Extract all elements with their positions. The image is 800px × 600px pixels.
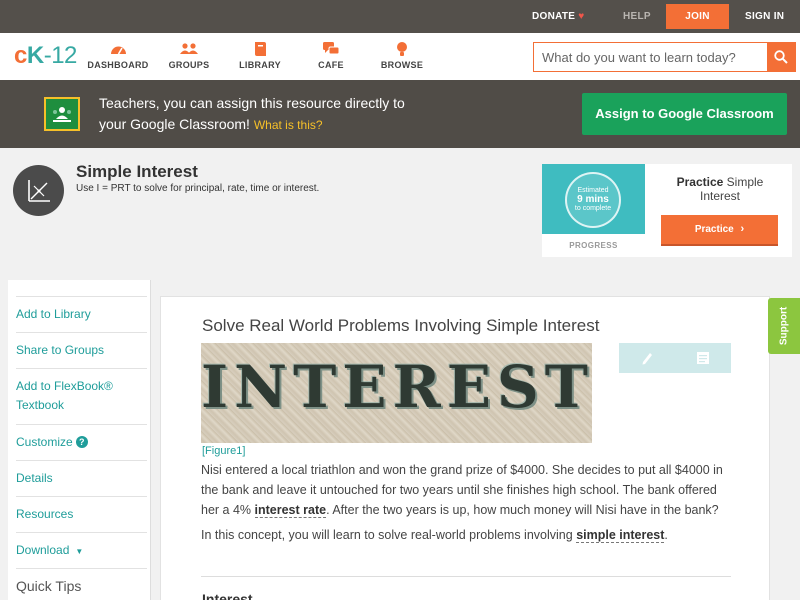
estimate-badge: Estimated 9 mins to complete <box>565 172 621 228</box>
resources-link[interactable]: Resources <box>16 496 147 524</box>
details-label: Details <box>16 471 53 485</box>
concept-subtitle: Use I = PRT to solve for principal, rate… <box>76 183 320 194</box>
concept-paragraph: In this concept, you will learn to solve… <box>201 525 731 545</box>
logo-12: -12 <box>43 42 78 69</box>
practice-card: Estimated 9 mins to complete PROGRESS Pr… <box>542 164 792 257</box>
intro-text-2: . After the two years is up, how much mo… <box>326 503 719 517</box>
share-to-groups-link[interactable]: Share to Groups <box>16 332 147 360</box>
support-tab[interactable]: Support <box>768 298 800 354</box>
main-nav: cK-12 DASHBOARD GROUPS LIBRARY CAFE BROW… <box>0 33 800 80</box>
notes-button[interactable] <box>675 343 731 373</box>
figure-caption[interactable]: [Figure1] <box>202 445 245 457</box>
ck12-logo[interactable]: cK-12 <box>14 42 77 70</box>
concept-title: Simple Interest <box>76 162 198 181</box>
banner-line2: your Google Classroom! <box>99 116 250 132</box>
donate-link[interactable]: DONATE ♥ <box>532 0 585 33</box>
join-button[interactable]: JOIN <box>666 4 729 29</box>
cafe-icon <box>296 40 366 57</box>
concept-text-2: . <box>664 528 668 542</box>
add-to-flexbook-label: Add to FlexBook® Textbook <box>16 379 113 412</box>
nav-dashboard-label: DASHBOARD <box>87 60 149 70</box>
nav-library[interactable]: LIBRARY <box>225 40 295 70</box>
notes-icon <box>697 352 709 364</box>
nav-dashboard[interactable]: DASHBOARD <box>83 40 153 70</box>
dashboard-icon <box>83 40 153 57</box>
search-box <box>533 42 796 72</box>
practice-button-label: Practice <box>694 224 734 235</box>
heart-icon: ♥ <box>578 11 585 22</box>
nav-cafe[interactable]: CAFE <box>296 40 366 70</box>
progress-image: Estimated 9 mins to complete <box>542 164 645 234</box>
support-label: Support <box>778 306 790 346</box>
interest-image-word: INTEREST <box>201 353 592 421</box>
logo-c: c <box>14 42 27 69</box>
download-label: Download <box>16 543 70 557</box>
search-button[interactable] <box>767 43 795 71</box>
nav-cafe-label: CAFE <box>318 60 344 70</box>
download-dropdown[interactable]: Download ▼ <box>16 532 147 561</box>
interest-image: INTEREST <box>201 343 592 443</box>
share-to-groups-label: Share to Groups <box>16 343 105 357</box>
to-complete-label: to complete <box>574 205 612 212</box>
browse-icon <box>367 40 437 57</box>
library-icon <box>225 40 295 57</box>
interest-rate-term[interactable]: interest rate <box>254 503 327 518</box>
search-icon <box>774 50 788 64</box>
chevron-right-icon: › <box>740 223 745 235</box>
help-link[interactable]: HELP <box>623 0 651 33</box>
top-bar: DONATE ♥ HELP JOIN SIGN IN <box>0 0 800 33</box>
donate-label: DONATE <box>532 11 576 22</box>
estimated-mins: 9 mins <box>577 194 609 205</box>
concept-icon <box>13 165 64 216</box>
lesson-tools <box>619 343 731 373</box>
caret-down-icon: ▼ <box>75 547 84 556</box>
section-divider <box>201 576 731 577</box>
section-heading: Interest <box>202 591 253 600</box>
nav-library-label: LIBRARY <box>239 60 281 70</box>
lesson-title: Solve Real World Problems Involving Simp… <box>202 316 600 335</box>
nav-browse[interactable]: BROWSE <box>367 40 437 70</box>
left-sidebar: Add to Library Share to Groups Add to Fl… <box>8 280 151 600</box>
practice-title: Practice Simple Interest <box>662 175 778 203</box>
pencil-icon <box>642 353 652 365</box>
annotate-button[interactable] <box>619 343 675 373</box>
help-icon[interactable]: ? <box>75 436 88 448</box>
intro-paragraph: Nisi entered a local triathlon and won t… <box>201 460 731 520</box>
groups-icon <box>154 40 224 57</box>
details-link[interactable]: Details <box>16 460 147 488</box>
nav-groups-label: GROUPS <box>168 60 210 70</box>
lesson-content: Solve Real World Problems Involving Simp… <box>160 296 770 600</box>
quick-tips-label: Quick Tips <box>16 578 82 594</box>
assign-to-google-classroom-button[interactable]: Assign to Google Classroom <box>582 93 787 135</box>
quick-tips-heading: Quick Tips <box>16 568 147 596</box>
what-is-this-link[interactable]: What is this? <box>254 118 323 132</box>
concept-text-1: In this concept, you will learn to solve… <box>201 528 573 542</box>
google-classroom-icon <box>44 97 80 131</box>
resources-label: Resources <box>16 507 74 521</box>
nav-browse-label: BROWSE <box>380 60 424 70</box>
logo-k: K <box>26 42 44 69</box>
progress-label: PROGRESS <box>569 241 618 250</box>
banner-line1: Teachers, you can assign this resource d… <box>99 95 405 111</box>
add-to-library-link[interactable]: Add to Library <box>16 296 147 324</box>
practice-button[interactable]: Practice › <box>661 215 778 244</box>
banner-message: Teachers, you can assign this resource d… <box>99 93 479 136</box>
add-to-flexbook-link[interactable]: Add to FlexBook® Textbook <box>16 368 147 415</box>
search-input[interactable] <box>534 43 768 71</box>
google-classroom-banner: Teachers, you can assign this resource d… <box>0 80 800 148</box>
nav-groups[interactable]: GROUPS <box>154 40 224 70</box>
simple-interest-term[interactable]: simple interest <box>576 528 665 543</box>
customize-label: Customize <box>16 435 73 449</box>
add-to-library-label: Add to Library <box>16 307 91 321</box>
sign-in-link[interactable]: SIGN IN <box>745 0 784 33</box>
customize-link[interactable]: Customize? <box>16 424 147 452</box>
practice-title-bold: Practice <box>676 175 724 189</box>
